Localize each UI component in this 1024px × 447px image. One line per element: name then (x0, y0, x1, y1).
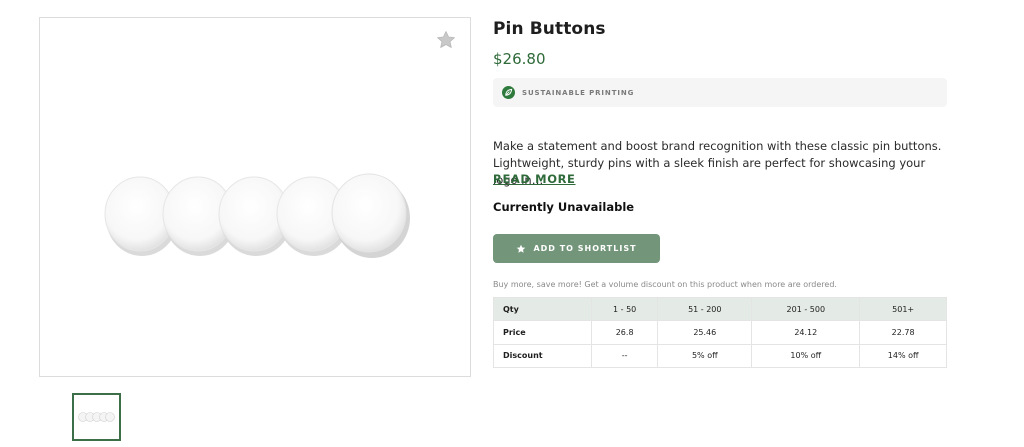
star-icon (516, 244, 526, 254)
table-header-cell: 201 - 500 (751, 296, 861, 322)
table-header-row: Qty 1 - 50 51 - 200 201 - 500 501+ (493, 296, 947, 322)
table-cell: 22.78 (859, 320, 947, 345)
table-cell: 5% off (657, 343, 753, 368)
pin-buttons-product-image (104, 173, 410, 258)
table-header-cell: 51 - 200 (657, 296, 753, 322)
add-to-shortlist-button[interactable]: ADD TO SHORTLIST (493, 234, 660, 263)
favorite-star-icon[interactable] (436, 30, 456, 50)
badge-label: SUSTAINABLE PRINTING (522, 88, 635, 97)
read-more-link[interactable]: READ MORE (493, 172, 576, 186)
table-cell: 25.46 (657, 320, 753, 345)
product-title: Pin Buttons (493, 19, 606, 39)
table-row-discount: Discount -- 5% off 10% off 14% off (493, 343, 947, 368)
availability-status: Currently Unavailable (493, 200, 635, 214)
table-cell: Discount (493, 343, 592, 368)
table-cell: 26.8 (590, 320, 659, 345)
table-header-cell: Qty (493, 296, 592, 322)
table-cell: 24.12 (751, 320, 861, 345)
product-price: $26.80 (493, 50, 546, 68)
table-cell: 14% off (859, 343, 947, 368)
shortlist-button-label: ADD TO SHORTLIST (533, 244, 637, 253)
volume-pricing-table: Qty 1 - 50 51 - 200 201 - 500 501+ Price… (493, 296, 947, 368)
sustainable-printing-badge: SUSTAINABLE PRINTING (493, 78, 947, 107)
table-cell: Price (493, 320, 592, 345)
table-header-cell: 1 - 50 (590, 296, 659, 322)
table-row-price: Price 26.8 25.46 24.12 22.78 (493, 320, 947, 345)
table-cell: -- (590, 343, 659, 368)
table-cell: 10% off (751, 343, 861, 368)
product-image-frame (39, 17, 471, 377)
table-header-cell: 501+ (859, 296, 947, 322)
leaf-icon (502, 86, 515, 99)
product-thumbnail[interactable] (72, 393, 121, 441)
volume-discount-note: Buy more, save more! Get a volume discou… (493, 280, 837, 289)
